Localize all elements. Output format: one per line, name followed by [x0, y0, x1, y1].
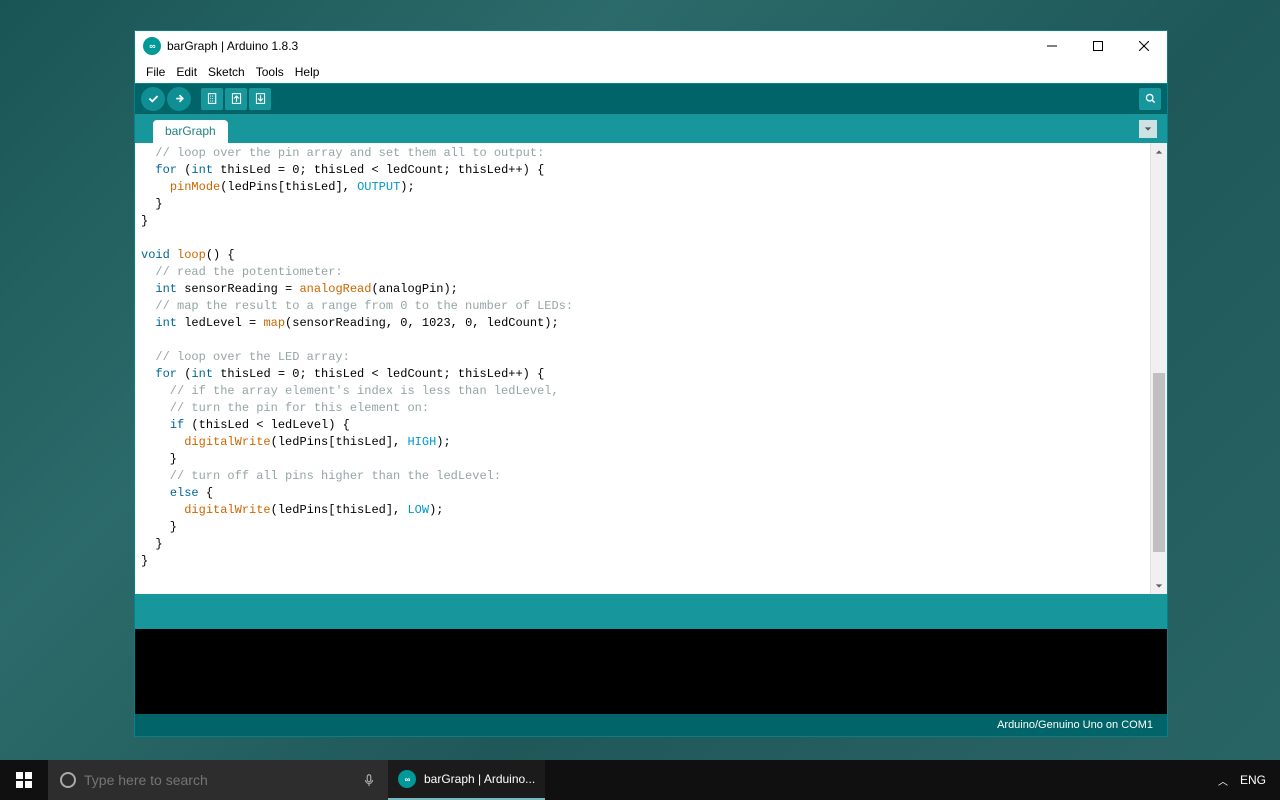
- new-file-icon: [206, 92, 219, 105]
- status-band: [135, 594, 1167, 629]
- maximize-button[interactable]: [1075, 31, 1121, 61]
- arduino-app-icon: ∞: [143, 37, 161, 55]
- vertical-scrollbar[interactable]: [1150, 143, 1167, 594]
- arduino-ide-window: ∞ barGraph | Arduino 1.8.3 File Edit Ske…: [134, 30, 1168, 737]
- search-input[interactable]: [84, 772, 342, 788]
- arrow-up-icon: [230, 92, 243, 105]
- serial-monitor-button[interactable]: [1139, 88, 1161, 110]
- scrollbar-track[interactable]: [1151, 160, 1167, 577]
- arrow-right-icon: [173, 92, 186, 105]
- arduino-mini-icon: ∞: [398, 770, 416, 788]
- menu-sketch[interactable]: Sketch: [204, 63, 249, 81]
- language-indicator[interactable]: ENG: [1240, 773, 1266, 787]
- scroll-down-button[interactable]: [1151, 577, 1167, 594]
- board-info: Arduino/Genuino Uno on COM1: [997, 719, 1153, 731]
- scrollbar-thumb[interactable]: [1153, 373, 1165, 552]
- window-controls: [1029, 31, 1167, 61]
- windows-logo-icon: [16, 772, 32, 788]
- tray-overflow-button[interactable]: ︿: [1218, 773, 1228, 788]
- titlebar[interactable]: ∞ barGraph | Arduino 1.8.3: [135, 31, 1167, 61]
- open-sketch-button[interactable]: [225, 88, 247, 110]
- save-sketch-button[interactable]: [249, 88, 271, 110]
- maximize-icon: [1093, 41, 1103, 51]
- mic-button[interactable]: [350, 773, 388, 787]
- arrow-down-icon: [254, 92, 267, 105]
- taskbar-search[interactable]: [48, 760, 388, 800]
- start-button[interactable]: [0, 760, 48, 800]
- menu-edit[interactable]: Edit: [172, 63, 201, 81]
- new-sketch-button[interactable]: [201, 88, 223, 110]
- close-icon: [1139, 41, 1149, 51]
- menubar: File Edit Sketch Tools Help: [135, 61, 1167, 83]
- menu-help[interactable]: Help: [291, 63, 324, 81]
- chevron-up-icon: [1155, 148, 1163, 156]
- upload-button[interactable]: [167, 87, 191, 111]
- windows-taskbar: ∞ barGraph | Arduino... ︿ ENG: [0, 760, 1280, 800]
- taskbar-app-label: barGraph | Arduino...: [424, 772, 535, 786]
- window-title: barGraph | Arduino 1.8.3: [167, 39, 1029, 53]
- microphone-icon: [362, 773, 376, 787]
- menu-tools[interactable]: Tools: [252, 63, 288, 81]
- output-console[interactable]: [135, 629, 1167, 714]
- editor-area: // loop over the pin array and set them …: [135, 143, 1167, 594]
- system-tray: ︿ ENG: [1204, 760, 1280, 800]
- tab-bargraph[interactable]: barGraph: [153, 120, 228, 143]
- chevron-down-icon: [1155, 582, 1163, 590]
- toolbar: [135, 83, 1167, 114]
- magnifier-icon: [1144, 92, 1157, 105]
- scroll-up-button[interactable]: [1151, 143, 1167, 160]
- code-editor[interactable]: // loop over the pin array and set them …: [135, 143, 1150, 594]
- taskbar-app-arduino[interactable]: ∞ barGraph | Arduino...: [388, 760, 545, 800]
- chevron-down-icon: [1144, 125, 1152, 133]
- menu-file[interactable]: File: [142, 63, 169, 81]
- tab-menu-dropdown[interactable]: [1139, 120, 1157, 138]
- tabstrip: barGraph: [135, 114, 1167, 143]
- footer-bar: Arduino/Genuino Uno on COM1: [135, 714, 1167, 736]
- minimize-icon: [1047, 41, 1057, 51]
- cortana-icon: [60, 772, 76, 788]
- minimize-button[interactable]: [1029, 31, 1075, 61]
- verify-button[interactable]: [141, 87, 165, 111]
- check-icon: [147, 92, 160, 105]
- close-button[interactable]: [1121, 31, 1167, 61]
